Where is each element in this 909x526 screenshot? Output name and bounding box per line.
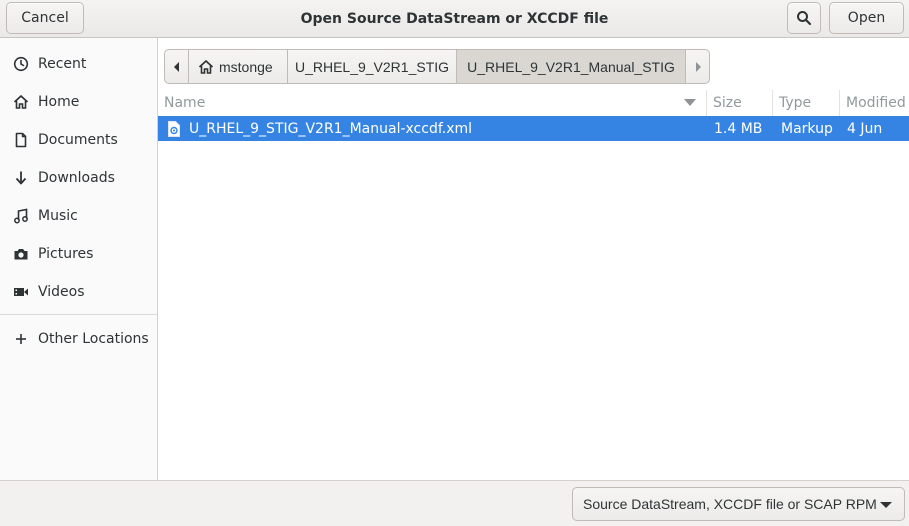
cancel-button[interactable]: Cancel: [6, 2, 84, 34]
column-header-type[interactable]: Type: [773, 90, 840, 116]
column-header-label: Name: [164, 95, 206, 111]
search-icon: [796, 10, 812, 26]
path-scroll-left-button[interactable]: [164, 49, 189, 84]
open-button[interactable]: Open: [829, 2, 904, 34]
clock-icon: [13, 56, 29, 72]
path-segment-home[interactable]: mstonge: [188, 49, 288, 84]
sort-descending-icon: [684, 99, 696, 106]
sidebar-item-label: Videos: [38, 284, 85, 300]
path-segment-manual-stig[interactable]: U_RHEL_9_V2R1_Manual_STIG: [456, 49, 686, 84]
sidebar-item-downloads[interactable]: Downloads: [0, 160, 157, 196]
file-size: 1.4 MB: [714, 120, 763, 137]
column-header-label: Type: [779, 95, 812, 111]
column-header-modified[interactable]: Modified: [840, 90, 909, 116]
column-header-name[interactable]: Name: [158, 90, 707, 116]
sidebar-item-pictures[interactable]: Pictures: [0, 236, 157, 272]
filter-selected-label: Source DataStream, XCCDF file or SCAP RP…: [583, 496, 877, 512]
dialog-title: Open Source DataStream or XCCDF file: [300, 11, 609, 27]
chevron-down-icon: [880, 502, 892, 508]
music-icon: [13, 208, 29, 224]
sidebar-item-label: Other Locations: [38, 331, 149, 347]
file-name: U_RHEL_9_STIG_V2R1_Manual-xccdf.xml: [189, 120, 473, 137]
file-modified: 4 Jun: [847, 120, 883, 137]
column-header-size[interactable]: Size: [707, 90, 773, 116]
file-type-filter-dropdown[interactable]: Source DataStream, XCCDF file or SCAP RP…: [572, 487, 905, 521]
sidebar-item-home[interactable]: Home: [0, 84, 157, 120]
chevron-right-icon: [693, 61, 703, 73]
sidebar-item-label: Home: [38, 94, 80, 110]
sidebar-item-label: Downloads: [38, 170, 115, 186]
header-bar: Cancel Open Source DataStream or XCCDF f…: [0, 0, 909, 38]
file-list[interactable]: Name Size Type Modified U_RHEL_9_STIG_V2…: [158, 90, 909, 480]
path-segment-stig[interactable]: U_RHEL_9_V2R1_STIG: [287, 49, 457, 84]
sidebar-item-label: Recent: [38, 56, 87, 72]
sidebar-separator: [0, 314, 157, 315]
file-row-selected[interactable]: U_RHEL_9_STIG_V2R1_Manual-xccdf.xml 1.4 …: [158, 116, 909, 141]
sidebar-item-videos[interactable]: Videos: [0, 274, 157, 310]
home-icon: [198, 59, 214, 75]
plus-icon: [13, 331, 29, 347]
sidebar-item-label: Pictures: [38, 246, 94, 262]
xml-file-icon: [166, 116, 182, 141]
chevron-left-icon: [172, 61, 182, 73]
bottom-bar: Source DataStream, XCCDF file or SCAP RP…: [0, 480, 909, 526]
search-button[interactable]: [787, 2, 821, 34]
sidebar-item-label: Music: [38, 208, 78, 224]
download-icon: [13, 170, 29, 186]
video-icon: [13, 284, 29, 300]
sidebar-item-label: Documents: [38, 132, 118, 148]
path-bar: mstonge U_RHEL_9_V2R1_STIG U_RHEL_9_V2R1…: [164, 49, 711, 84]
sidebar-item-music[interactable]: Music: [0, 198, 157, 234]
file-type: Markup: [781, 120, 833, 137]
document-icon: [13, 132, 29, 148]
camera-icon: [13, 246, 29, 262]
places-sidebar: Recent Home Documents Downloads Music Pi…: [0, 38, 158, 480]
sidebar-item-documents[interactable]: Documents: [0, 122, 157, 158]
column-header-label: Modified: [846, 95, 906, 111]
sidebar-item-recent[interactable]: Recent: [0, 46, 157, 82]
home-icon: [13, 94, 29, 110]
path-segment-label: mstonge: [219, 58, 273, 75]
sidebar-item-other-locations[interactable]: Other Locations: [0, 321, 157, 357]
column-header-label: Size: [713, 95, 742, 111]
path-scroll-right-button[interactable]: [685, 49, 710, 84]
